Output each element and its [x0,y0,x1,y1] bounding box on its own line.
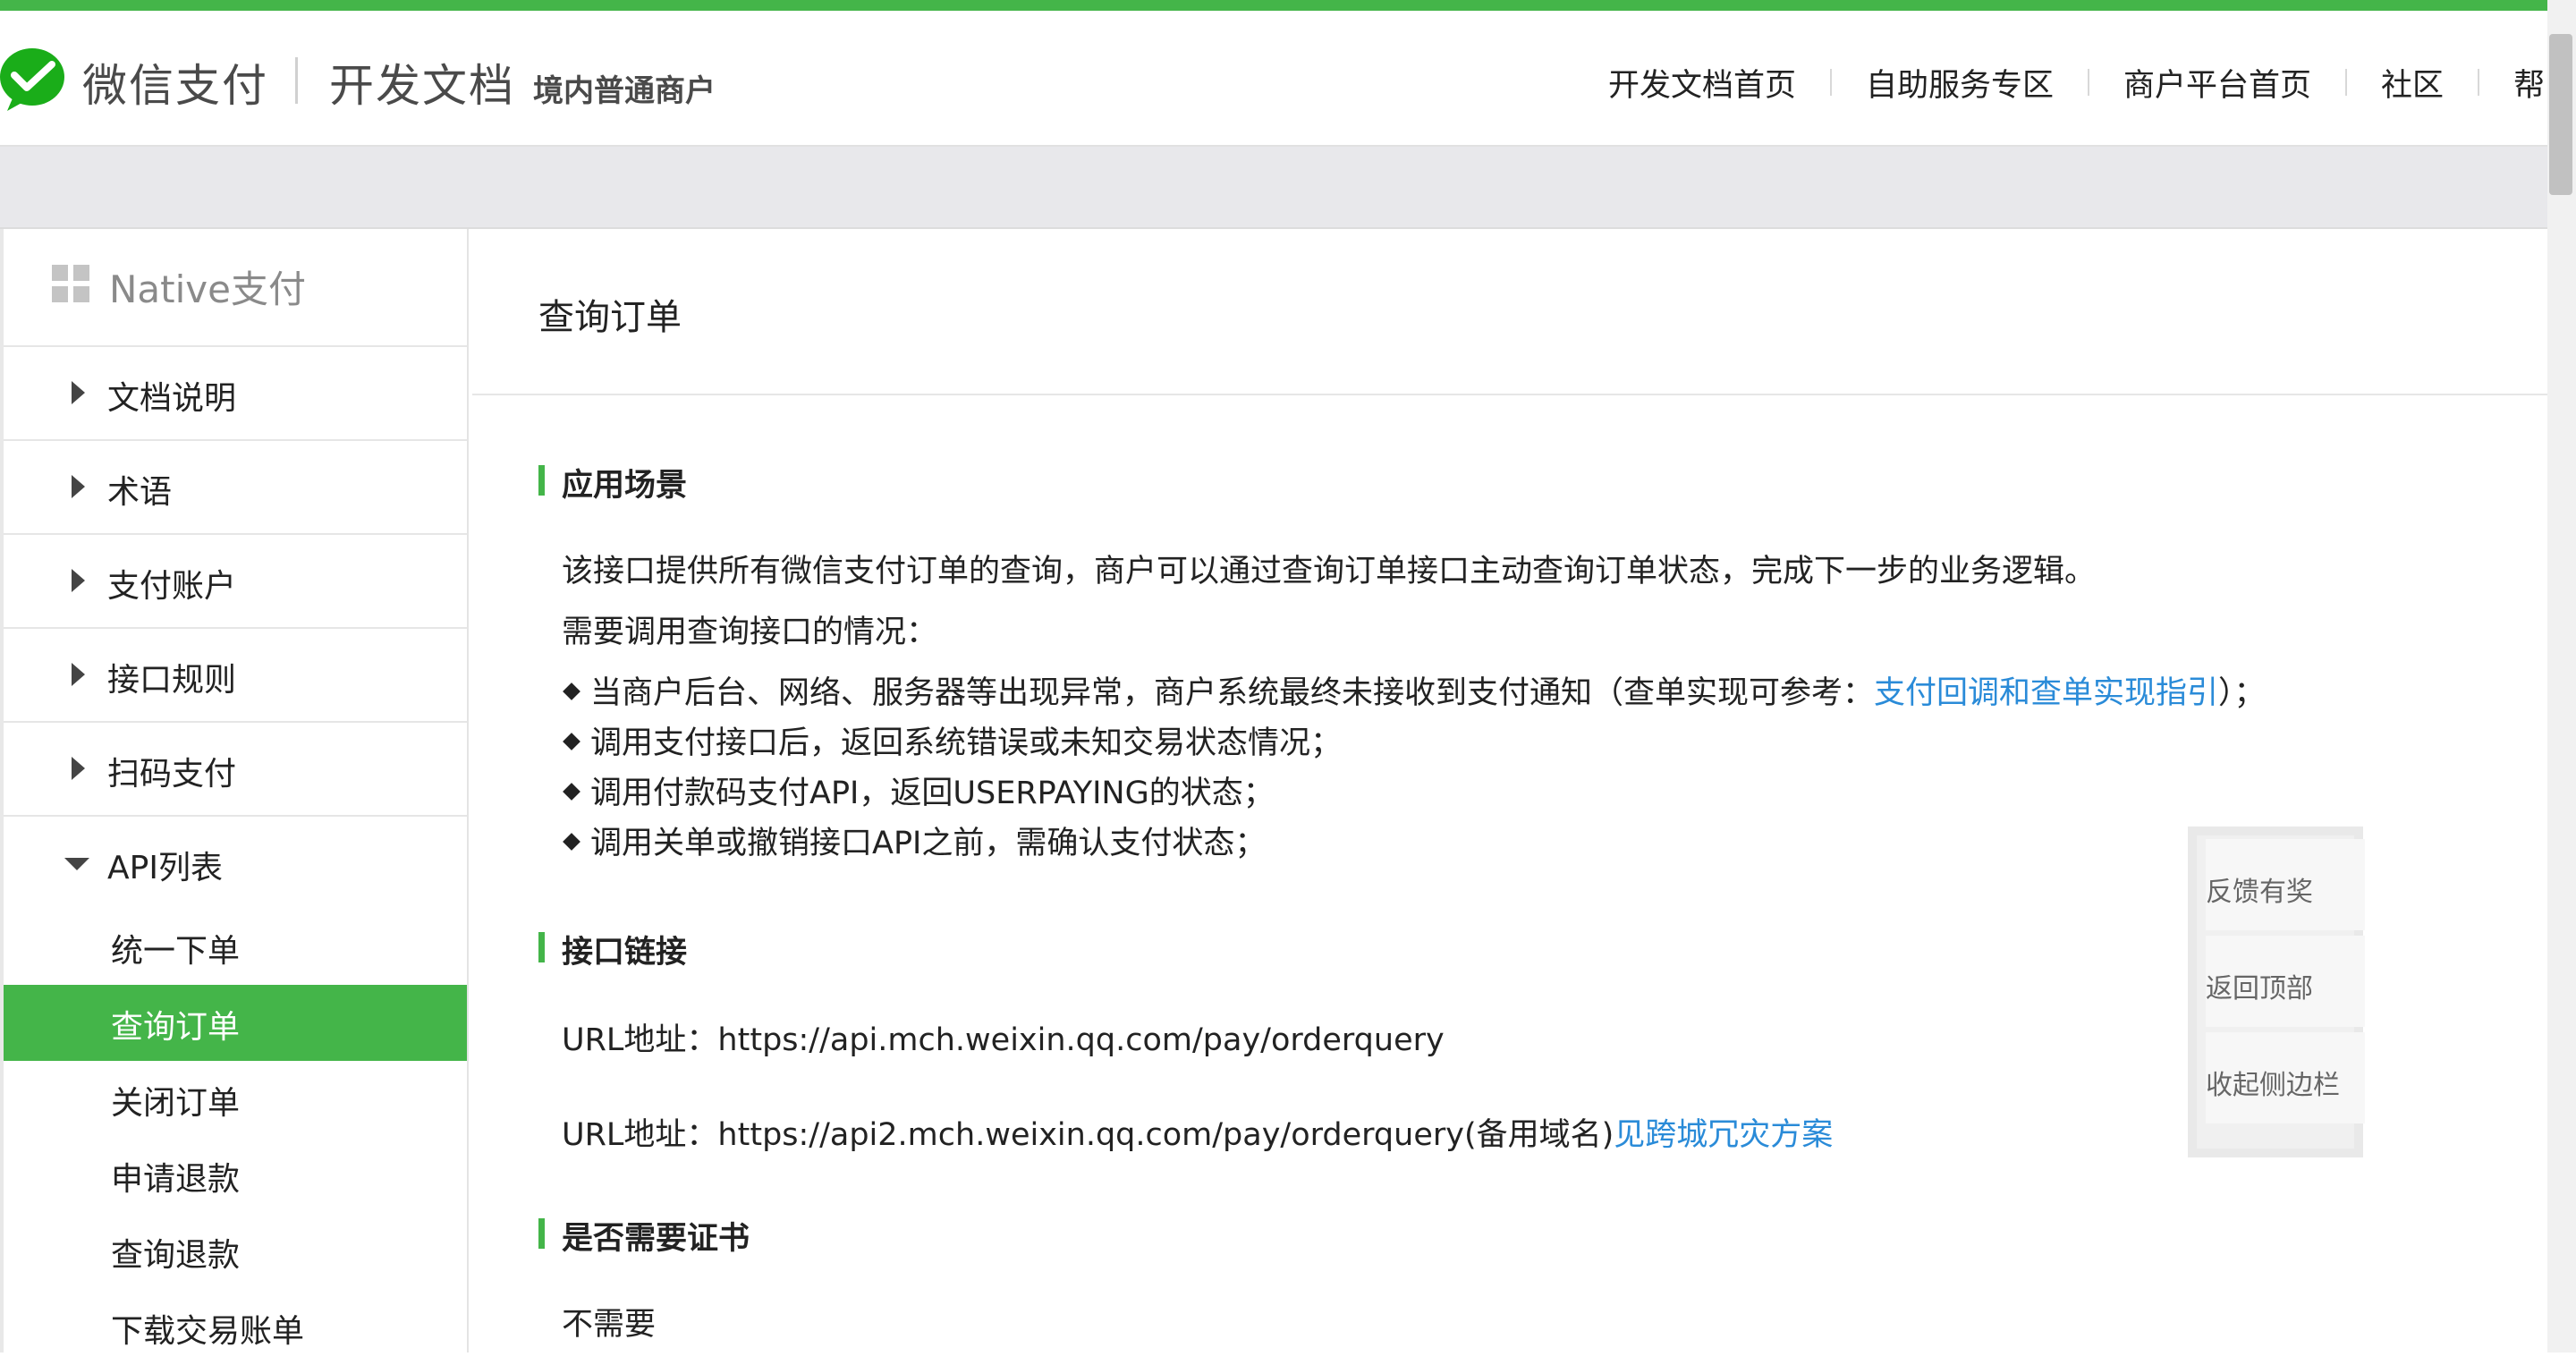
sidebar-subitem-label: 下载交易账单 [111,1313,305,1350]
logo-divider [295,57,298,104]
site-header: 微信支付 开发文档 境内普通商户 开发文档首页 自助服务专区 商户平台首页 社区… [0,11,2547,147]
sidebar-heading-label: Native支付 [109,267,306,311]
sidebar-subitem-close-order[interactable]: 关闭订单 [4,1061,467,1137]
sidebar: Native支付 文档说明 术语 支付账户 接口规则 扫码支付 API列表 统一… [0,229,469,1352]
diamond-bullet-icon [563,783,580,801]
sidebar-subitem-refund[interactable]: 申请退款 [4,1137,467,1213]
section-title-api-link: 接口链接 [562,935,688,971]
main-content: 查询订单 应用场景 该接口提供所有微信支付订单的查询，商户可以通过查询订单接口主… [472,229,2547,1352]
sidebar-item-api-rules[interactable]: 接口规则 [4,629,467,723]
back-to-top-label: 返回顶部 [2206,973,2313,1005]
section-title-cert: 是否需要证书 [562,1221,750,1257]
section-title-scenario: 应用场景 [562,468,688,504]
collapse-sidebar-label: 收起侧边栏 [2206,1070,2340,1101]
page-scrollbar[interactable] [2547,0,2576,1352]
sidebar-item-label: API列表 [107,850,223,886]
sidebar-subitem-label: 查询订单 [111,1009,241,1046]
list-item: 调用关单或撤销接口API之前，需确认支付状态； [562,818,1266,863]
sidebar-item-terms[interactable]: 术语 [4,441,467,535]
nav-divider [2478,69,2480,96]
api-url-primary: URL地址：https://api.mch.weixin.qq.com/pay/… [562,1022,1445,1058]
section-marker [538,1218,545,1249]
disaster-recovery-link[interactable]: 见跨城冗灾方案 [1614,1117,1833,1153]
page-title-row: 查询订单 [472,229,2547,395]
sidebar-subitem-label: 申请退款 [111,1161,241,1198]
nav-community[interactable]: 社区 [2381,60,2444,106]
page-title: 查询订单 [538,297,682,338]
sidebar-item-label: 接口规则 [107,662,237,699]
sidebar-item-pay-account[interactable]: 支付账户 [4,535,467,629]
list-item: 当商户后台、网络、服务器等出现异常，商户系统最终未接收到支付通知（查单实现可参考… [562,667,2266,713]
sidebar-item-label: 扫码支付 [107,756,237,793]
diamond-bullet-icon [563,733,580,750]
nav-help[interactable]: 帮 [2513,60,2545,106]
sidebar-subitem-label: 查询退款 [111,1237,241,1274]
list-item: 调用付款码支付API，返回USERPAYING的状态； [562,767,1275,813]
caret-right-icon [72,381,85,404]
collapse-sidebar-button[interactable]: 收起侧边栏 [2206,1032,2365,1123]
nav-merchant-platform[interactable]: 商户平台首页 [2123,60,2311,106]
nav-dev-docs-home[interactable]: 开发文档首页 [1608,60,1796,106]
sidebar-subitem-label: 关闭订单 [111,1085,241,1122]
sidebar-subitem-label: 统一下单 [111,933,241,970]
sidebar-item-label: 术语 [107,474,173,511]
top-accent-line [0,0,2547,11]
scenario-cases-intro: 需要调用查询接口的情况： [562,615,938,650]
sidebar-subitem-query-order[interactable]: 查询订单 [4,985,467,1061]
floating-tool-panel: 反馈有奖 返回顶部 收起侧边栏 [2188,827,2365,1157]
sidebar-subitem-query-refund[interactable]: 查询退款 [4,1213,467,1289]
breadcrumb-bar [0,147,2547,229]
nav-divider [2088,69,2090,96]
sidebar-item-doc-intro[interactable]: 文档说明 [4,347,467,441]
doc-subtitle: 境内普通商户 [533,73,716,109]
grid-icon [52,265,89,302]
top-nav: 开发文档首页 自助服务专区 商户平台首页 社区 帮 [1608,57,2545,107]
sidebar-heading: Native支付 [4,229,467,347]
caret-right-icon [72,757,85,780]
feedback-label: 反馈有奖 [2206,877,2313,908]
api-url-backup-row: URL地址：https://api2.mch.weixin.qq.com/pay… [562,1109,1833,1155]
nav-self-service[interactable]: 自助服务专区 [1866,60,2054,106]
doc-title[interactable]: 开发文档 [329,50,515,114]
diamond-bullet-icon [563,682,580,700]
nav-divider [2345,69,2348,96]
sidebar-item-label: 文档说明 [107,380,237,417]
api-url-backup: URL地址：https://api2.mch.weixin.qq.com/pay… [562,1117,1614,1153]
section-marker [538,465,545,496]
sidebar-item-api-list[interactable]: API列表 [4,817,467,909]
caret-right-icon [72,663,85,686]
caret-down-icon [64,858,89,870]
scrollbar-thumb[interactable] [2549,34,2572,195]
caret-right-icon [72,475,85,498]
feedback-button[interactable]: 反馈有奖 [2206,839,2365,930]
sidebar-subitem-download-bill[interactable]: 下载交易账单 [4,1289,467,1365]
nav-divider [1830,69,1833,96]
list-item: 调用支付接口后，返回系统错误或未知交易状态情况； [562,717,1342,763]
caret-right-icon [72,569,85,592]
sidebar-item-scan-pay[interactable]: 扫码支付 [4,723,467,817]
scenario-description: 该接口提供所有微信支付订单的查询，商户可以通过查询订单接口主动查询订单状态，完成… [562,554,2097,589]
callback-guide-link[interactable]: 支付回调和查单实现指引 [1874,675,2218,711]
sidebar-item-label: 支付账户 [107,568,237,605]
diamond-bullet-icon [563,833,580,851]
logo-text[interactable]: 微信支付 [82,50,268,114]
cert-answer: 不需要 [562,1307,657,1343]
wechat-pay-logo-icon[interactable] [0,45,70,114]
back-to-top-button[interactable]: 返回顶部 [2206,936,2365,1027]
section-marker [538,932,545,962]
sidebar-subitem-unified-order[interactable]: 统一下单 [4,909,467,985]
